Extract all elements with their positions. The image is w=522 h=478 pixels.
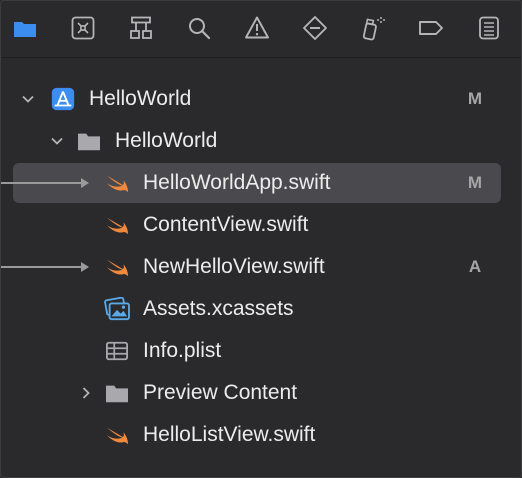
tree-row-file[interactable]: HelloWorldApp.swift M [1, 163, 521, 203]
tab-symbol-navigator[interactable] [126, 13, 156, 43]
report-icon [479, 16, 499, 40]
chevron-right-icon[interactable] [77, 384, 95, 402]
tree-row-label: HelloWorldApp.swift [143, 171, 331, 194]
spray-can-icon [362, 17, 385, 41]
tree-row-file[interactable]: Info.plist [1, 331, 521, 371]
swift-file-icon [101, 253, 133, 281]
swift-file-icon [101, 211, 133, 239]
tree-row-label: HelloWorld [89, 87, 192, 110]
tree-row-label: Assets.xcassets [143, 297, 294, 320]
tree-row-label: HelloListView.swift [143, 423, 316, 446]
tab-find-navigator[interactable] [184, 13, 214, 43]
tree-row-project[interactable]: HelloWorld M [1, 79, 521, 119]
swift-file-icon [101, 169, 133, 197]
folder-icon [73, 127, 105, 155]
tab-project-navigator[interactable] [10, 13, 40, 43]
hierarchy-icon [130, 16, 152, 39]
tab-debug-navigator[interactable] [358, 13, 388, 43]
tab-breakpoint-navigator[interactable] [416, 13, 446, 43]
tree-row-label: ContentView.swift [143, 213, 309, 236]
tree-row-label: Info.plist [143, 339, 222, 362]
tree-row-label: NewHelloView.swift [143, 255, 325, 278]
chevron-down-icon[interactable] [48, 132, 66, 150]
source-status-badge: M [467, 89, 483, 108]
warning-icon [245, 16, 269, 39]
tree-row-file[interactable]: ContentView.swift [1, 205, 521, 245]
chevron-down-icon[interactable] [19, 90, 37, 108]
search-icon [189, 18, 211, 40]
tree-row-label: Preview Content [143, 381, 298, 404]
asset-catalog-icon [101, 295, 133, 323]
test-diamond-icon [303, 16, 327, 40]
tree-row-file[interactable]: NewHelloView.swift A [1, 247, 521, 287]
tree-row-file[interactable]: HelloListView.swift [1, 415, 521, 455]
source-status-badge: A [468, 257, 482, 276]
source-status-badge: M [467, 173, 483, 192]
tab-report-navigator[interactable] [474, 13, 504, 43]
plist-table-icon [101, 337, 133, 365]
breakpoint-icon [419, 21, 443, 35]
project-navigator-panel: HelloWorld M HelloWorld HelloWorldApp.sw… [0, 0, 522, 478]
navigator-toolbar [1, 1, 521, 58]
swift-file-icon [101, 421, 133, 449]
source-control-icon [71, 16, 95, 40]
xcode-project-icon [47, 85, 79, 113]
tree-row-group[interactable]: Preview Content [1, 373, 521, 413]
callout-arrow [1, 178, 89, 188]
tab-test-navigator[interactable] [300, 13, 330, 43]
tree-row-label: HelloWorld [115, 129, 218, 152]
tree-row-file[interactable]: Assets.xcassets [1, 289, 521, 329]
tab-source-control-navigator[interactable] [68, 13, 98, 43]
callout-arrow [1, 262, 89, 272]
folder-icon [101, 379, 133, 407]
tree-row-group[interactable]: HelloWorld [1, 121, 521, 161]
folder-icon [14, 22, 36, 37]
tab-issue-navigator[interactable] [242, 13, 272, 43]
